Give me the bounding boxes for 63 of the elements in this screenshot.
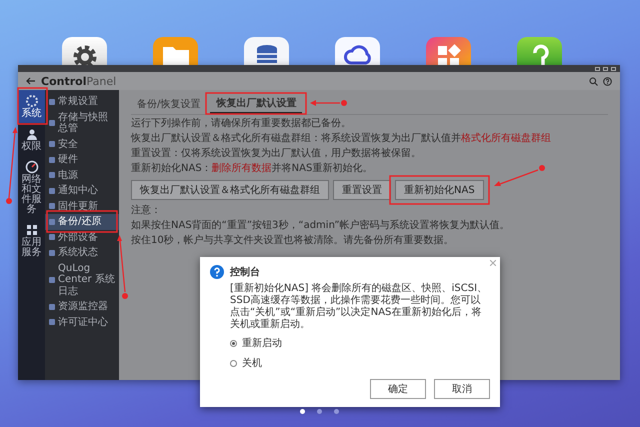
note-text: 按住10秒，帐户与共享文件夹设置也将被清除。请先备份所有重要数据。 [131, 235, 454, 247]
category-tab[interactable]: 应用服务 [18, 219, 45, 262]
page-dot[interactable] [300, 409, 305, 414]
system-icon [24, 94, 38, 108]
app-title: ControlPanel [41, 74, 116, 88]
note-text: 如果按住NAS背面的“重置”按钮3秒，“admin”帐户密码与系统设置将恢复为默认值。 [131, 220, 510, 232]
action-button[interactable]: 重置设置 [333, 180, 391, 200]
dialog-message: [重新初始化NAS] 将会删除所有的磁盘区、快照、iSCSI、SSD高速缓存等数据，此操作需要花费一些时间。您可以点击“关机”或“重新启动”以决定NAS在重新初始化后，将关机或重新启动。 [229, 283, 488, 331]
grid-app-icon[interactable] [426, 37, 471, 65]
settings-app-icon[interactable] [62, 37, 107, 65]
annotation-frame [17, 87, 48, 125]
description-text: 重新初始化NAS：删除所有数据并将NAS重新初始化。 [131, 163, 372, 175]
note-heading: 注意： [131, 205, 161, 217]
menu-item[interactable]: 固件更新 [45, 198, 119, 214]
database-app-icon[interactable] [244, 37, 289, 65]
question-icon [210, 265, 224, 279]
description-text: 恢复出厂默认设置＆格式化所有磁盘群组：将系统设置恢复为出厂默认值并格式化所有磁盘群组 [131, 133, 551, 145]
annotation-arrow [494, 169, 538, 186]
category-tab[interactable]: 系统 [18, 90, 45, 123]
menu-item[interactable]: 安全 [45, 136, 119, 152]
menu-item[interactable]: 存储与快照总管 [45, 110, 119, 136]
annotation-frame [46, 210, 118, 233]
menu-item[interactable]: 备份/还原 [45, 214, 119, 230]
network-icon [24, 160, 38, 174]
users-icon [24, 127, 38, 141]
tab[interactable]: 备份/恢复设置 [131, 94, 206, 114]
menu-item[interactable]: 资源监控器 [45, 299, 119, 314]
annotation-dot [122, 293, 128, 299]
hook-app-icon[interactable] [517, 37, 562, 65]
menu-item[interactable]: 通知中心 [45, 183, 119, 198]
tab[interactable]: 恢复出厂默认设置 [210, 94, 302, 114]
annotation-arrow [117, 235, 126, 292]
radio-option[interactable]: 关机 [210, 355, 490, 371]
back-arrow-icon[interactable] [26, 77, 36, 85]
apps-icon [24, 223, 38, 237]
annotation-dot [539, 165, 545, 171]
menu-item[interactable]: 许可证中心 [45, 314, 119, 330]
radio-option[interactable]: 重新启动 [210, 335, 490, 351]
annotation-arrow [310, 100, 340, 106]
menu-item[interactable]: 外部设备 [45, 230, 119, 245]
folder-app-icon[interactable] [153, 37, 198, 65]
menu-item[interactable]: 系统状态 [45, 245, 119, 260]
search-icon[interactable] [589, 76, 598, 86]
action-button[interactable]: 恢复出厂默认设置＆格式化所有磁盘群组 [131, 180, 329, 200]
menu-item[interactable]: 常规设置 [45, 94, 119, 110]
annotation-arrow [8, 127, 18, 198]
category-tab[interactable]: 权限 [18, 123, 45, 156]
description-text: 运行下列操作前，请确保所有重要数据都已备份。 [131, 118, 351, 130]
dialog-title: 控制台 [230, 266, 260, 279]
description-text: 重置设置：仅将系统设置恢复为出厂默认值，用户数据将被保留。 [131, 148, 421, 160]
annotation-dot [341, 100, 347, 106]
annotation-dot [6, 198, 12, 204]
menu-item[interactable]: 硬件 [45, 152, 119, 168]
menu-item[interactable]: 电源 [45, 168, 119, 183]
help-icon[interactable] [603, 76, 612, 86]
category-tab[interactable]: 网络和文件服务 [18, 156, 45, 219]
page-dot[interactable] [334, 409, 339, 414]
dialog-button[interactable]: 取消 [434, 379, 490, 399]
dialog-button[interactable]: 确定 [370, 379, 426, 399]
cloud-app-icon[interactable] [335, 37, 380, 65]
page-dot[interactable] [317, 409, 322, 414]
menu-item[interactable]: QuLog Center 系统日志 [45, 260, 119, 299]
action-button[interactable]: 重新初始化NAS [395, 180, 484, 200]
